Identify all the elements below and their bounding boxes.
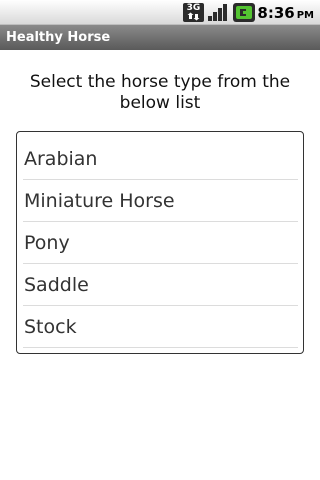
list-item-pony[interactable]: Pony bbox=[23, 222, 298, 264]
horse-type-list: Arabian Miniature Horse Pony Saddle Stoc… bbox=[16, 131, 304, 354]
app-title-bar: Healthy Horse bbox=[0, 25, 320, 50]
data-arrows-icon bbox=[187, 12, 200, 21]
list-item-label: Pony bbox=[24, 232, 70, 254]
clock: 8:36 PM bbox=[257, 3, 314, 22]
list-item-arabian[interactable]: Arabian bbox=[23, 138, 298, 180]
list-item-saddle[interactable]: Saddle bbox=[23, 264, 298, 306]
battery-charging-icon bbox=[233, 3, 255, 22]
3g-icon: 3G bbox=[183, 3, 204, 22]
prompt-text: Select the horse type from the below lis… bbox=[29, 72, 291, 113]
clock-time: 8:36 bbox=[257, 4, 295, 22]
signal-icon bbox=[207, 3, 229, 22]
list-item-label: Arabian bbox=[24, 148, 98, 170]
list-item-label: Saddle bbox=[24, 274, 89, 296]
list-item-label: Miniature Horse bbox=[24, 190, 175, 212]
list-item-stock[interactable]: Stock bbox=[23, 306, 298, 348]
status-bar: 3G 8:36 PM bbox=[0, 0, 320, 25]
clock-ampm: PM bbox=[296, 10, 314, 21]
list-item-miniature-horse[interactable]: Miniature Horse bbox=[23, 180, 298, 222]
app-title: Healthy Horse bbox=[6, 30, 111, 45]
list-item-label: Stock bbox=[24, 316, 77, 338]
